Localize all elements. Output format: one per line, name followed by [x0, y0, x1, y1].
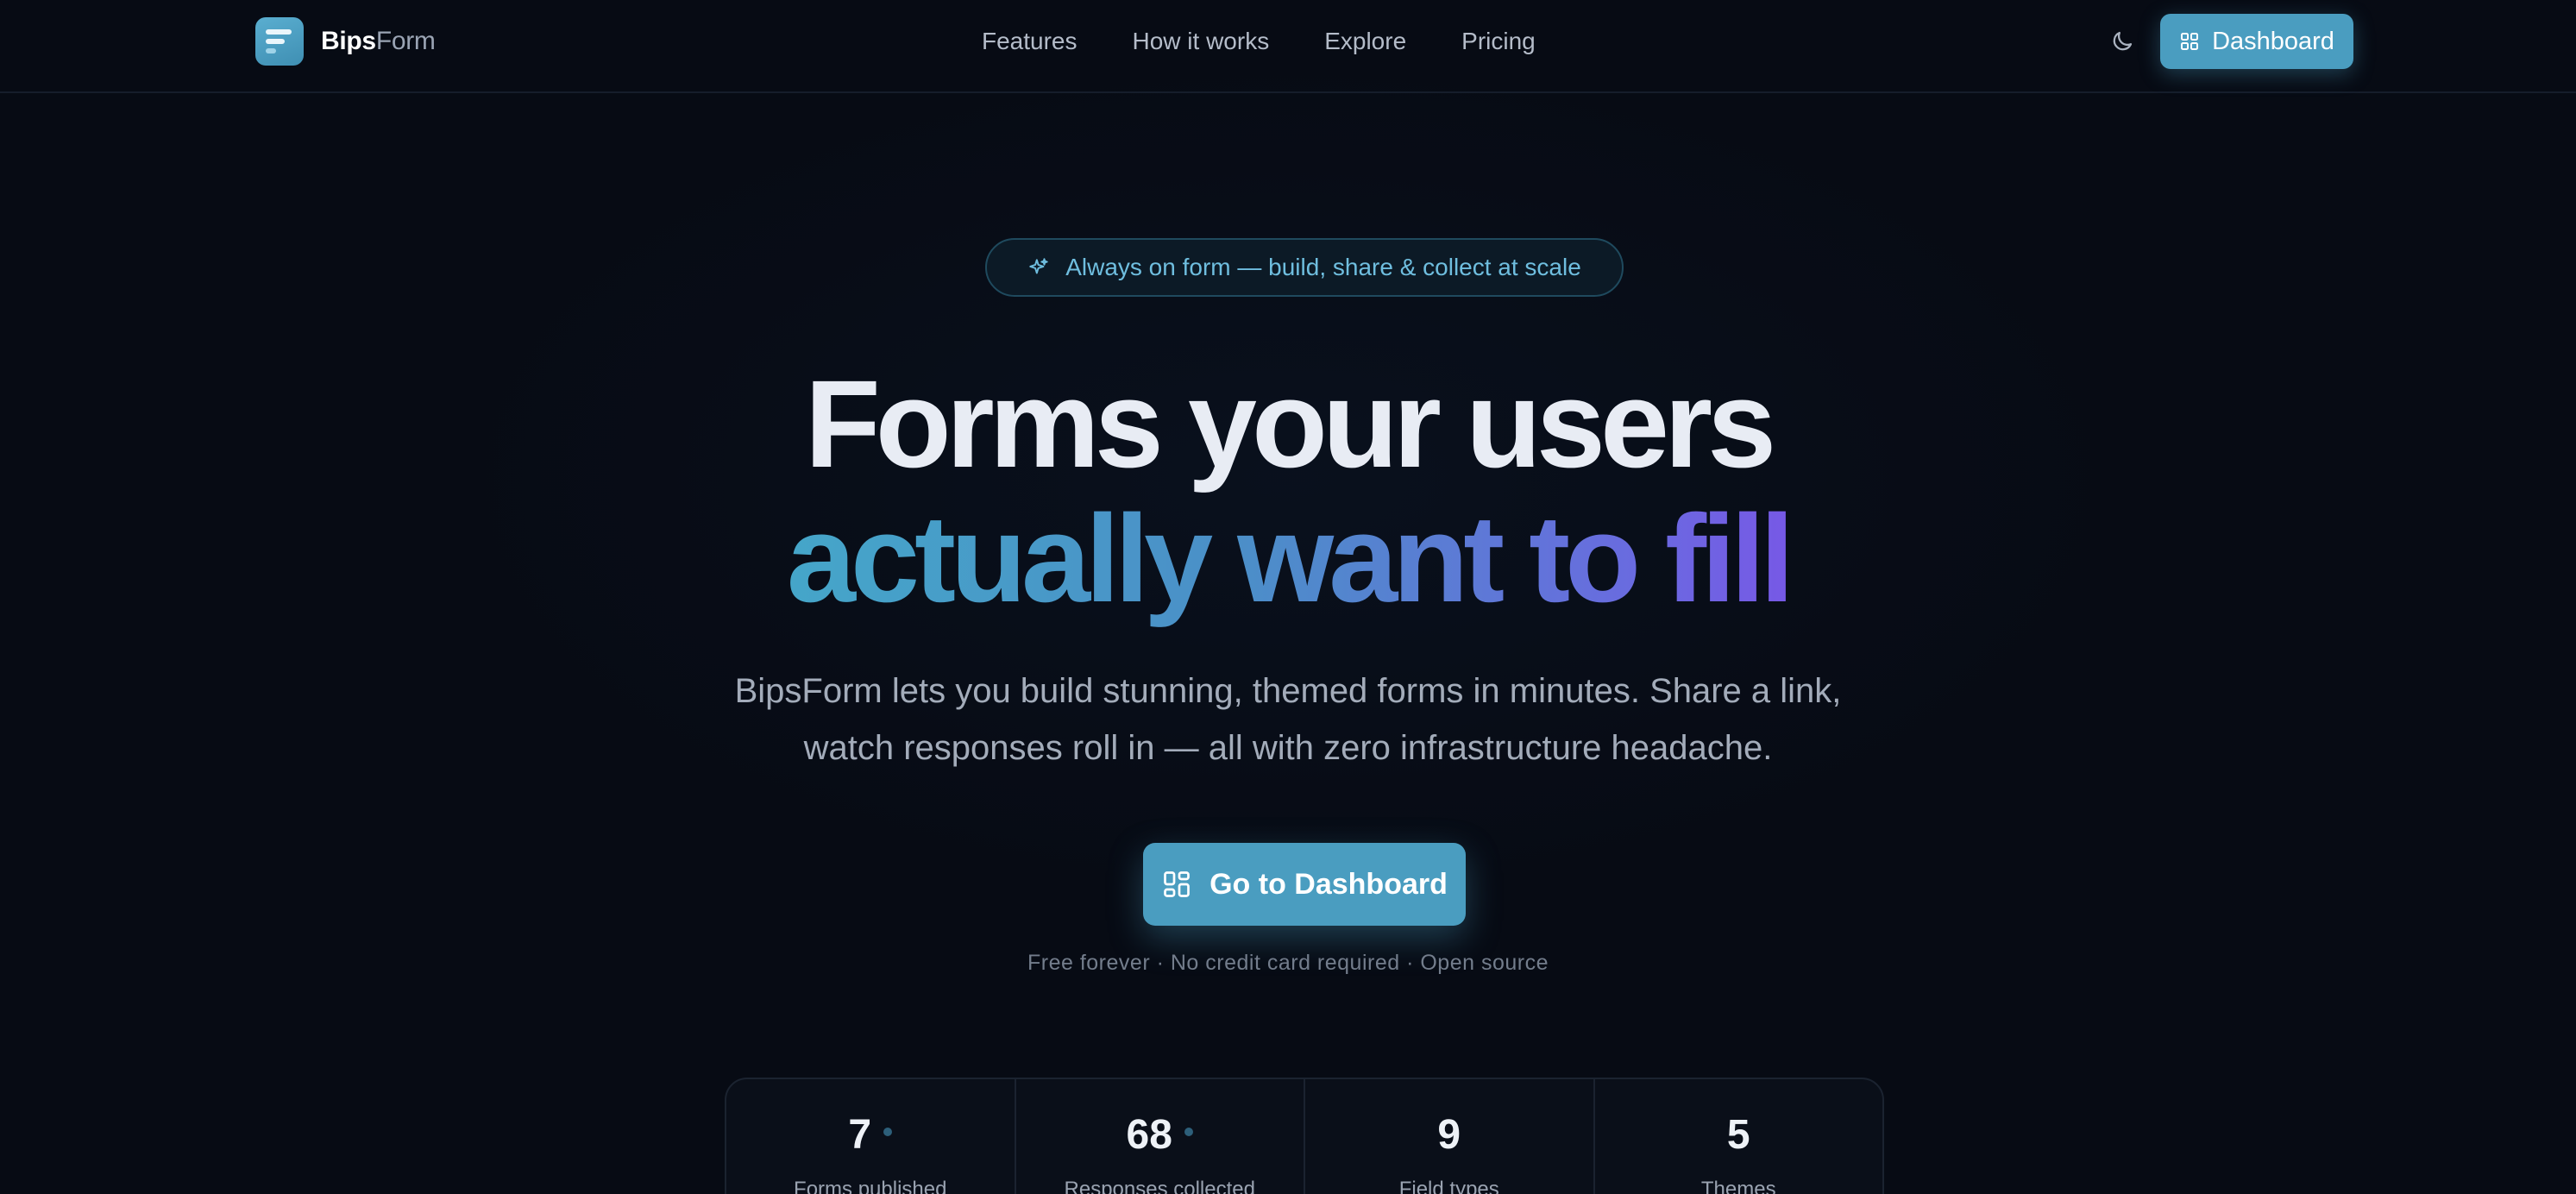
- nav-links: Features How it works Explore Pricing: [982, 24, 1536, 59]
- stat-field-types: 9 Field types: [1305, 1079, 1595, 1194]
- brand-logo-link[interactable]: BipsForm: [255, 17, 436, 66]
- hero-subtitle: BipsForm lets you build stunning, themed…: [727, 663, 1849, 776]
- hero-badge-text: Always on form — build, share & collect …: [1065, 254, 1581, 280]
- stat-value-row: 7: [726, 1112, 1015, 1159]
- hero-subtitle-line1: BipsForm lets you build stunning, themed…: [734, 672, 1842, 710]
- nav-dashboard-button[interactable]: Dashboard: [2160, 14, 2353, 69]
- stat-label: Field types: [1398, 1178, 1499, 1194]
- stat-value: 5: [1726, 1112, 1750, 1158]
- nav-link-how-it-works[interactable]: How it works: [1133, 24, 1270, 59]
- form-logo-icon: [255, 17, 304, 66]
- stat-label: Forms published: [794, 1178, 947, 1194]
- stat-label: Themes: [1700, 1178, 1776, 1194]
- hero-badge: Always on form — build, share & collect …: [985, 238, 1624, 297]
- go-to-dashboard-button[interactable]: Go to Dashboard: [1143, 843, 1466, 926]
- stat-forms-published: 7 Forms published: [726, 1079, 1016, 1194]
- stat-value: 7: [848, 1112, 872, 1158]
- brand-name-secondary: Form: [375, 27, 436, 55]
- dashboard-grid-icon: [2181, 33, 2199, 50]
- brand-name-primary: Bips: [321, 27, 376, 55]
- live-indicator-dot: [1184, 1128, 1193, 1137]
- stat-value: 9: [1437, 1112, 1461, 1158]
- stat-label: Responses collected: [1064, 1178, 1255, 1194]
- sparkles-icon: [1029, 258, 1048, 274]
- nav-link-features[interactable]: Features: [982, 24, 1078, 59]
- brand-name: BipsForm: [321, 27, 436, 56]
- moon-icon: [2113, 31, 2133, 51]
- stat-themes: 5 Themes: [1595, 1079, 1883, 1194]
- stat-responses-collected: 68 Responses collected: [1016, 1079, 1305, 1194]
- stats-panel: 7 Forms published 68 Responses collected…: [725, 1078, 1884, 1194]
- theme-toggle-button[interactable]: [2107, 26, 2138, 57]
- nav-link-explore[interactable]: Explore: [1324, 24, 1406, 59]
- stat-value-row: 68: [1016, 1112, 1304, 1159]
- nav-dashboard-label: Dashboard: [2212, 27, 2334, 55]
- hero-subtitle-line2: watch responses roll in — all with zero …: [803, 729, 1773, 767]
- hero-headline-line1: Forms your users: [804, 355, 1776, 493]
- hero-headline-line2: actually want to fill: [0, 490, 2576, 628]
- nav-link-pricing[interactable]: Pricing: [1461, 24, 1536, 59]
- landing-page: BipsForm Features How it works Explore P…: [0, 0, 2576, 1194]
- hero-headline-gradient-text: actually want to fill: [782, 489, 1794, 628]
- go-to-dashboard-label: Go to Dashboard: [1209, 867, 1448, 901]
- live-indicator-dot: [883, 1128, 893, 1137]
- top-navbar: BipsForm Features How it works Explore P…: [0, 0, 2576, 93]
- stat-value: 68: [1126, 1112, 1172, 1158]
- hero-fineprint: Free forever · No credit card required ·…: [1027, 951, 1549, 975]
- dashboard-layout-icon: [1164, 871, 1190, 897]
